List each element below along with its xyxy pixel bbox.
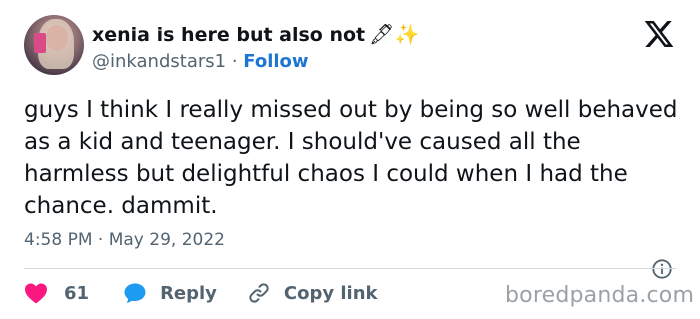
- like-button[interactable]: 61: [24, 282, 89, 304]
- heart-icon: [25, 283, 47, 304]
- x-logo-icon[interactable]: [642, 18, 676, 50]
- handle-separator: ·: [231, 51, 238, 72]
- reply-label: Reply: [160, 282, 217, 304]
- avatar[interactable]: [24, 15, 84, 75]
- like-count: 61: [64, 282, 90, 304]
- action-bar: 61 Reply Copy link: [24, 280, 378, 306]
- copy-link-label: Copy link: [283, 282, 378, 304]
- watermark: boredpanda.com: [505, 283, 695, 308]
- display-name[interactable]: xenia is here but also not 🖋✨: [92, 21, 419, 48]
- user-handle[interactable]: @inkandstars1: [92, 51, 226, 72]
- copy-link-button[interactable]: Copy link: [247, 281, 378, 305]
- link-icon: [249, 283, 269, 303]
- reply-button[interactable]: Reply: [123, 281, 217, 305]
- reply-bubble-icon: [124, 283, 146, 304]
- tweet-text: guys I think I really missed out by bein…: [24, 97, 678, 219]
- tweet-timestamp[interactable]: 4:58 PM · May 29, 2022: [24, 228, 225, 252]
- divider: [24, 268, 676, 269]
- info-icon[interactable]: [651, 258, 673, 280]
- follow-button[interactable]: Follow: [243, 51, 308, 72]
- handle-line: @inkandstars1 · Follow: [92, 50, 309, 74]
- name-emoji: 🖋✨: [369, 22, 420, 46]
- display-name-text: xenia is here but also not: [92, 24, 366, 46]
